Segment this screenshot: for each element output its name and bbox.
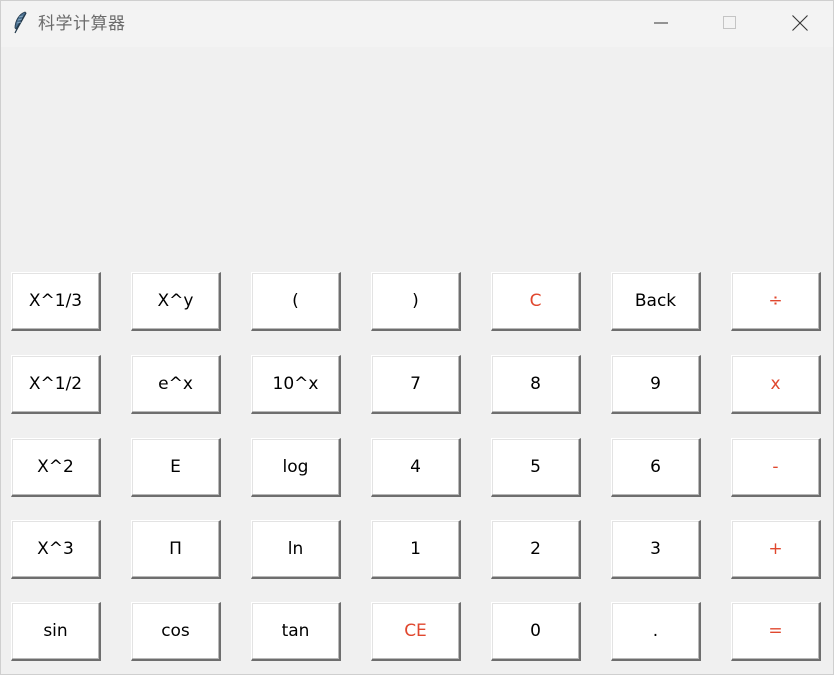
divide-button[interactable]: ÷ <box>731 272 821 331</box>
close-button[interactable] <box>765 1 834 45</box>
ln-button[interactable]: ln <box>251 520 341 579</box>
digit-5-button[interactable]: 5 <box>491 438 581 497</box>
digit-7-button[interactable]: 7 <box>371 355 461 414</box>
minimize-icon <box>654 22 668 24</box>
result-display <box>1 47 833 247</box>
digit-1-button[interactable]: 1 <box>371 520 461 579</box>
exp-button[interactable]: e^x <box>131 355 221 414</box>
maximize-icon <box>723 16 736 29</box>
digit-0-button[interactable]: 0 <box>491 602 581 661</box>
minus-button[interactable]: - <box>731 438 821 497</box>
tan-button[interactable]: tan <box>251 602 341 661</box>
cos-button[interactable]: cos <box>131 602 221 661</box>
multiply-button[interactable]: x <box>731 355 821 414</box>
digit-6-button[interactable]: 6 <box>611 438 701 497</box>
window-title: 科学计算器 <box>38 14 126 34</box>
feather-icon <box>14 11 27 34</box>
maximize-button[interactable] <box>695 1 765 45</box>
digit-4-button[interactable]: 4 <box>371 438 461 497</box>
square-button[interactable]: X^2 <box>11 438 101 497</box>
right-paren-button[interactable]: ) <box>371 272 461 331</box>
title-bar[interactable]: 科学计算器 <box>1 1 833 47</box>
digit-8-button[interactable]: 8 <box>491 355 581 414</box>
plus-button[interactable]: + <box>731 520 821 579</box>
cube-root-button[interactable]: X^1/3 <box>11 272 101 331</box>
cube-button[interactable]: X^3 <box>11 520 101 579</box>
left-paren-button[interactable]: ( <box>251 272 341 331</box>
calculator-window: 科学计算器 X^1/3 X^y ( ) C Back ÷ X^1/2 e^x 1… <box>0 0 834 675</box>
ten-power-button[interactable]: 10^x <box>251 355 341 414</box>
e-constant-button[interactable]: E <box>131 438 221 497</box>
power-button[interactable]: X^y <box>131 272 221 331</box>
sin-button[interactable]: sin <box>11 602 101 661</box>
square-root-button[interactable]: X^1/2 <box>11 355 101 414</box>
backspace-button[interactable]: Back <box>611 272 701 331</box>
decimal-point-button[interactable]: . <box>611 602 701 661</box>
digit-9-button[interactable]: 9 <box>611 355 701 414</box>
digit-2-button[interactable]: 2 <box>491 520 581 579</box>
clear-entry-button[interactable]: CE <box>371 602 461 661</box>
minimize-button[interactable] <box>626 1 696 45</box>
clear-button[interactable]: C <box>491 272 581 331</box>
digit-3-button[interactable]: 3 <box>611 520 701 579</box>
log-button[interactable]: log <box>251 438 341 497</box>
pi-button[interactable]: Π <box>131 520 221 579</box>
equals-button[interactable]: = <box>731 602 821 661</box>
close-icon <box>792 15 808 31</box>
